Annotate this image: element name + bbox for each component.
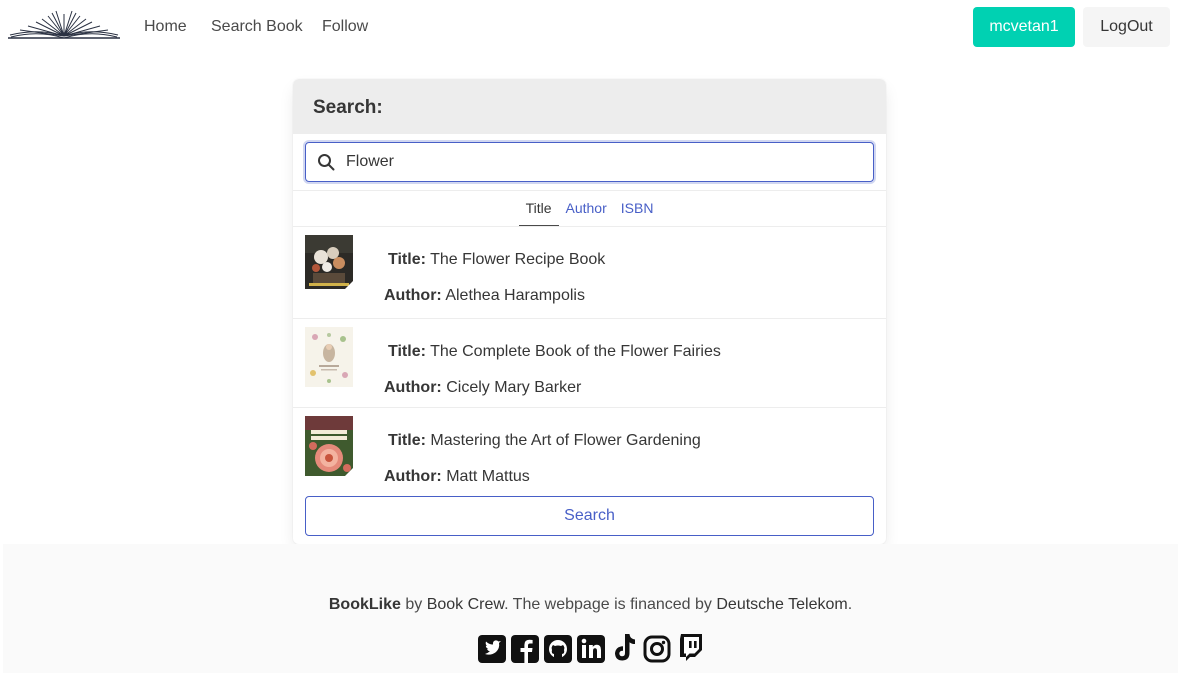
linkedin-icon[interactable] [576,632,606,664]
book-cover-image [305,235,353,289]
result-item[interactable]: Title: The Complete Book of the Flower F… [293,319,886,408]
user-profile-button[interactable]: mcvetan1 [973,7,1075,47]
social-icons [3,632,1178,664]
tab-author[interactable]: Author [559,200,614,226]
search-block [293,134,886,191]
panel-heading: Search: [293,79,886,134]
result-title-value: The Flower Recipe Book [430,251,606,268]
search-box[interactable] [305,142,874,182]
result-author-value: Alethea Harampolis [445,287,585,304]
tab-isbn[interactable]: ISBN [614,200,661,226]
result-item[interactable]: Title: Mastering the Art of Flower Garde… [293,408,886,496]
result-title-value: The Complete Book of the Flower Fairies [430,343,721,360]
twitter-icon[interactable] [477,632,507,664]
nav-search-book-link[interactable]: Search Book [211,18,303,36]
result-title: Title: The Flower Recipe Book [388,251,606,268]
footer-by: by [405,596,423,613]
navbar: Home Search Book Follow mcvetan1 LogOut [0,0,1178,56]
facebook-icon[interactable] [510,632,540,664]
result-title: Title: The Complete Book of the Flower F… [388,343,721,360]
result-author-value: Matt Mattus [446,468,530,485]
result-item[interactable]: Title: The Flower Recipe Book Author: Al… [293,227,886,319]
footer-financed-text: . The webpage is financed by [504,596,712,613]
result-title: Title: Mastering the Art of Flower Garde… [388,432,701,449]
footer-sponsor-link[interactable]: Deutsche Telekom [716,596,847,613]
instagram-icon[interactable] [642,632,672,664]
book-cover-image [305,416,353,476]
tab-title[interactable]: Title [518,200,559,226]
twitch-icon[interactable] [675,632,705,664]
footer-crew-link[interactable]: Book Crew [427,596,504,613]
search-button[interactable]: Search [305,496,874,536]
result-author: Author: Matt Mattus [384,468,530,485]
search-tabs: Title Author ISBN [293,191,886,227]
book-cover-image [305,327,353,387]
footer: BookLike by Book Crew. The webpage is fi… [3,544,1178,673]
footer-text: BookLike by Book Crew. The webpage is fi… [3,596,1178,614]
footer-end: . [847,596,853,613]
footer-brand: BookLike [328,596,401,613]
open-book-logo-icon[interactable] [8,8,120,40]
search-panel: Search: Title Author ISBN Title: T [293,79,886,544]
nav-follow-link[interactable]: Follow [322,18,368,36]
result-title-value: Mastering the Art of Flower Gardening [430,432,701,449]
search-input[interactable] [346,143,866,181]
result-author-value: Cicely Mary Barker [446,379,582,396]
search-icon [318,154,335,171]
tiktok-icon[interactable] [609,632,639,664]
logout-button[interactable]: LogOut [1083,7,1170,47]
result-author: Author: Alethea Harampolis [384,287,585,304]
github-icon[interactable] [543,632,573,664]
nav-home-link[interactable]: Home [144,18,187,36]
result-author: Author: Cicely Mary Barker [384,379,582,396]
